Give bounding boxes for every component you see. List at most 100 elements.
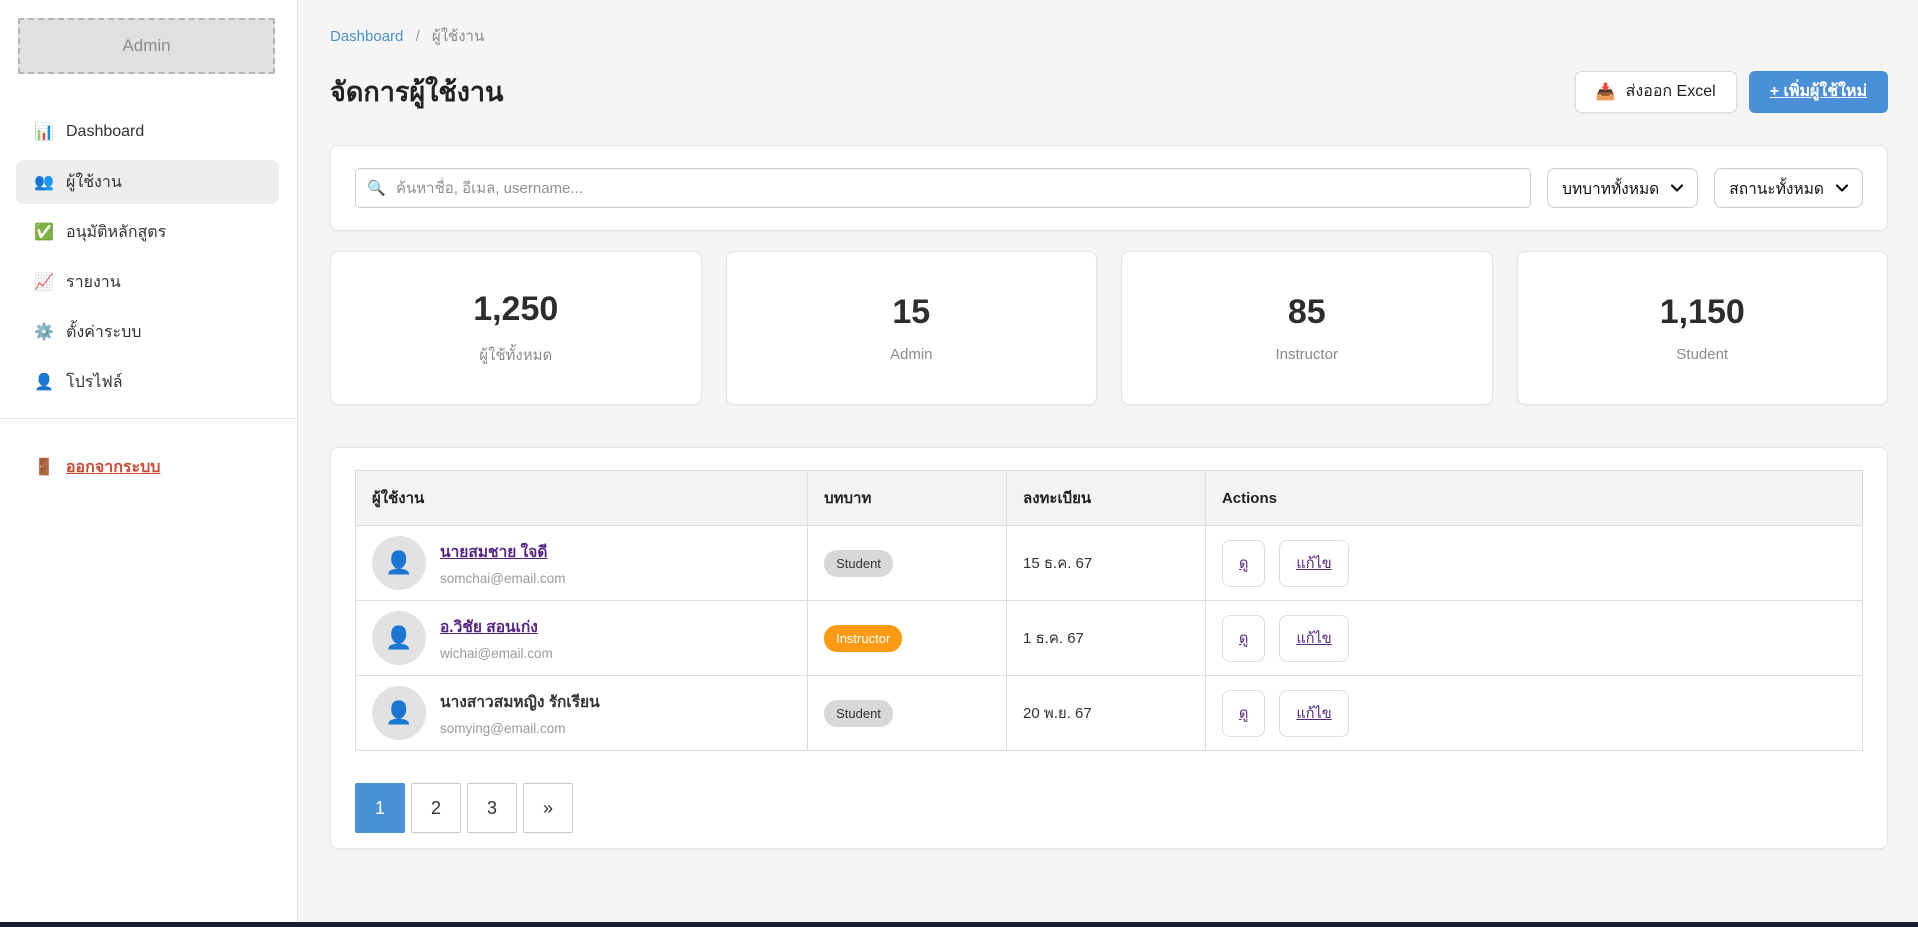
person-icon: 👤: [385, 550, 412, 576]
person-icon: 👤: [385, 625, 412, 651]
sidebar-item-icon: ✅: [34, 222, 54, 242]
sidebar-item-icon: ⚙️: [34, 322, 54, 342]
page-title: จัดการผู้ใช้งาน: [330, 70, 504, 113]
table-row: 👤 นางสาวสมหญิง รักเรียน somying@email.co…: [356, 676, 1863, 751]
add-user-label: + เพิ่มผู้ใช้ใหม่: [1770, 79, 1867, 104]
stat-label: Student: [1676, 346, 1728, 363]
sidebar-item-label: ผู้ใช้งาน: [66, 170, 122, 195]
user-name-link[interactable]: นายสมชาย ใจดี: [440, 539, 566, 564]
stat-value: 15: [892, 293, 930, 332]
users-table-body: 👤 นายสมชาย ใจดี somchai@email.com Stude: [356, 526, 1863, 751]
view-button[interactable]: ดู: [1222, 540, 1265, 587]
sidebar: Admin 📊 Dashboard 👥 ผู้ใช้งาน ✅ อนุมัติห…: [0, 0, 298, 927]
column-header-user: ผู้ใช้งาน: [356, 471, 808, 526]
role-filter-value: บทบาททั้งหมด: [1562, 176, 1659, 201]
edit-button[interactable]: แก้ไข: [1279, 540, 1348, 587]
user-cell: 👤 นางสาวสมหญิง รักเรียน somying@email.co…: [372, 686, 791, 740]
brand-label: Admin: [122, 36, 170, 56]
search-icon: 🔍: [367, 179, 386, 197]
row-actions: ดู แก้ไข: [1222, 615, 1846, 662]
stat-value: 85: [1288, 293, 1326, 332]
logout-label: ออกจากระบบ: [66, 455, 160, 480]
row-actions: ดู แก้ไข: [1222, 540, 1846, 587]
user-cell: 👤 นายสมชาย ใจดี somchai@email.com: [372, 536, 791, 590]
user-name-link: นางสาวสมหญิง รักเรียน: [440, 689, 600, 714]
view-button[interactable]: ดู: [1222, 690, 1265, 737]
sidebar-divider: [0, 418, 297, 419]
chevron-down-icon: [1671, 184, 1683, 192]
sidebar-brand: Admin: [18, 18, 275, 74]
sidebar-item[interactable]: 📈 รายงาน: [16, 260, 279, 304]
bottom-bar: [0, 922, 1918, 927]
users-table-head: ผู้ใช้งาน บทบาท ลงทะเบียน Actions: [356, 471, 1863, 526]
pagination-button[interactable]: »: [523, 783, 573, 833]
users-table: ผู้ใช้งาน บทบาท ลงทะเบียน Actions: [355, 470, 1863, 751]
user-email: somying@email.com: [440, 721, 566, 736]
search-input[interactable]: [355, 168, 1531, 208]
download-icon: 📥: [1596, 82, 1616, 102]
sidebar-item[interactable]: 👥 ผู้ใช้งาน: [16, 160, 279, 204]
pagination-button[interactable]: 1: [355, 783, 405, 833]
role-badge: Instructor: [824, 625, 902, 652]
user-email: somchai@email.com: [440, 571, 566, 586]
sidebar-item[interactable]: ⚙️ ตั้งค่าระบบ: [16, 310, 279, 354]
status-filter-select[interactable]: สถานะทั้งหมด: [1714, 168, 1863, 208]
stats-row: 1,250 ผู้ใช้ทั้งหมด 15 Admin 85 Instruct…: [330, 251, 1888, 405]
column-header-actions: Actions: [1205, 471, 1862, 526]
logout-link[interactable]: 🚪 ออกจากระบบ: [16, 447, 279, 487]
edit-button[interactable]: แก้ไข: [1279, 615, 1348, 662]
sidebar-item[interactable]: 📊 Dashboard: [16, 110, 279, 154]
stat-value: 1,250: [473, 290, 558, 329]
stat-label: Instructor: [1275, 346, 1338, 363]
column-header-registered: ลงทะเบียน: [1007, 471, 1206, 526]
add-user-button[interactable]: + เพิ่มผู้ใช้ใหม่: [1749, 71, 1888, 113]
search-field-wrap: 🔍: [355, 168, 1531, 208]
status-filter-value: สถานะทั้งหมด: [1729, 176, 1824, 201]
export-excel-label: ส่งออก Excel: [1626, 79, 1716, 104]
sidebar-item-icon: 👥: [34, 172, 54, 192]
edit-label: แก้ไข: [1296, 556, 1331, 572]
stat-card: 15 Admin: [726, 251, 1098, 405]
row-actions: ดู แก้ไข: [1222, 690, 1846, 737]
sidebar-item-label: รายงาน: [66, 270, 121, 295]
users-table-card: ผู้ใช้งาน บทบาท ลงทะเบียน Actions: [330, 447, 1888, 849]
filters-bar: 🔍 บทบาททั้งหมด สถานะทั้งหมด: [330, 145, 1888, 231]
sidebar-item-label: อนุมัติหลักสูตร: [66, 220, 166, 245]
export-excel-button[interactable]: 📥 ส่งออก Excel: [1575, 71, 1737, 113]
stat-label: ผู้ใช้ทั้งหมด: [479, 343, 552, 367]
view-label: ดู: [1239, 556, 1248, 572]
view-label: ดู: [1239, 706, 1248, 722]
pagination: 1 2 3 »: [355, 783, 1863, 833]
breadcrumb-current: ผู้ใช้งาน: [432, 28, 484, 45]
pagination-button[interactable]: 3: [467, 783, 517, 833]
avatar: 👤: [372, 536, 426, 590]
column-header-role: บทบาท: [808, 471, 1007, 526]
view-button[interactable]: ดู: [1222, 615, 1265, 662]
registered-date: 20 พ.ย. 67: [1023, 705, 1092, 722]
sidebar-menu: 📊 Dashboard 👥 ผู้ใช้งาน ✅ อนุมัติหลักสูต…: [0, 110, 297, 404]
edit-label: แก้ไข: [1296, 706, 1331, 722]
edit-button[interactable]: แก้ไข: [1279, 690, 1348, 737]
registered-date: 1 ธ.ค. 67: [1023, 630, 1084, 647]
user-name-link[interactable]: อ.วิชัย สอนเก่ง: [440, 614, 553, 639]
pagination-button[interactable]: 2: [411, 783, 461, 833]
chevron-down-icon: [1836, 184, 1848, 192]
door-icon: 🚪: [34, 457, 54, 477]
avatar: 👤: [372, 611, 426, 665]
sidebar-item-icon: 📊: [34, 122, 54, 142]
sidebar-item[interactable]: 👤 โปรไฟล์: [16, 360, 279, 404]
stat-card: 85 Instructor: [1121, 251, 1493, 405]
breadcrumb-dashboard-link[interactable]: Dashboard: [330, 28, 403, 45]
sidebar-item-label: โปรไฟล์: [66, 370, 123, 395]
sidebar-item-label: ตั้งค่าระบบ: [66, 320, 141, 345]
avatar: 👤: [372, 686, 426, 740]
sidebar-item[interactable]: ✅ อนุมัติหลักสูตร: [16, 210, 279, 254]
person-icon: 👤: [385, 700, 412, 726]
user-email: wichai@email.com: [440, 646, 553, 661]
header-actions: 📥 ส่งออก Excel + เพิ่มผู้ใช้ใหม่: [1575, 71, 1888, 113]
stat-card: 1,150 Student: [1517, 251, 1889, 405]
user-cell: 👤 อ.วิชัย สอนเก่ง wichai@email.com: [372, 611, 791, 665]
breadcrumb-separator: /: [416, 28, 420, 45]
stat-label: Admin: [890, 346, 933, 363]
role-filter-select[interactable]: บทบาททั้งหมด: [1547, 168, 1698, 208]
